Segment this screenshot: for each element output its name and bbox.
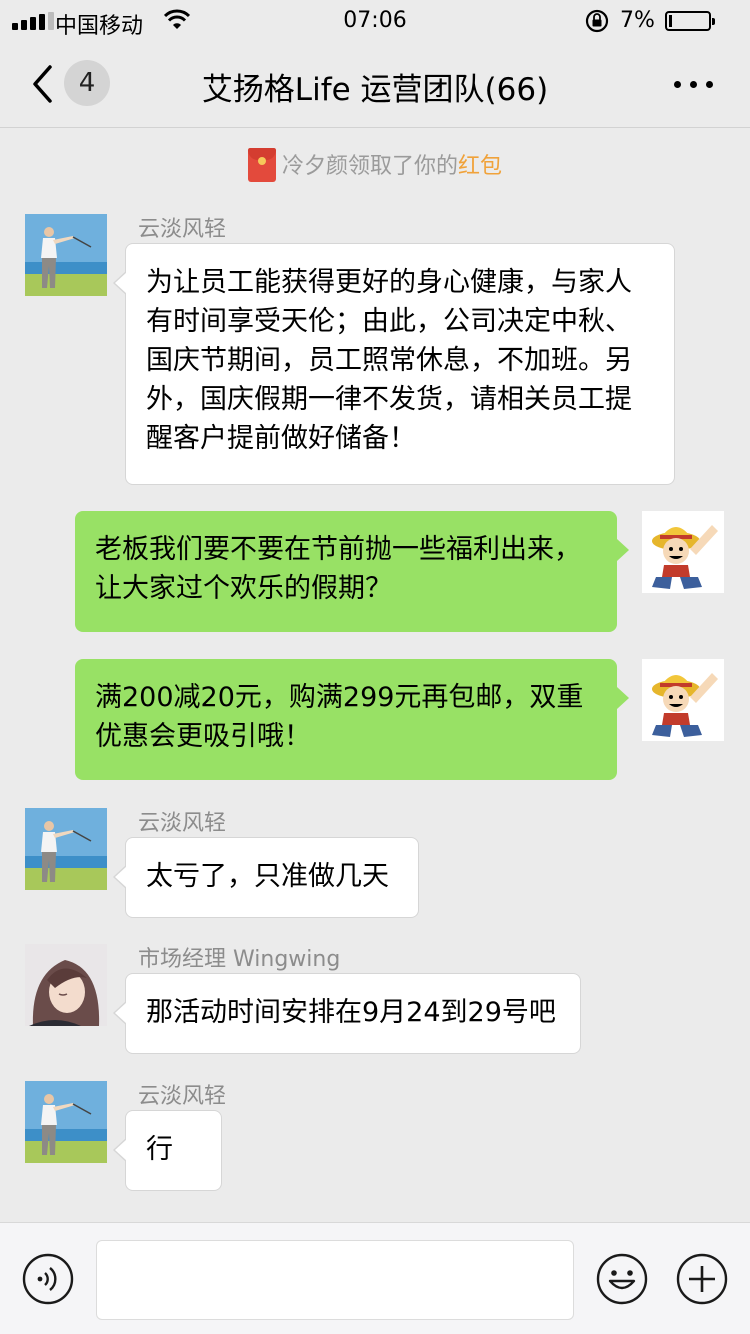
message-bubble[interactable]: 那活动时间安排在9月24到29号吧	[113, 973, 581, 1054]
message-bubble[interactable]: 为让员工能获得更好的身心健康，与家人有时间享受天伦；由此，公司决定中秋、国庆节期…	[113, 243, 675, 485]
message-bubble[interactable]: 太亏了，只准做几天	[113, 837, 419, 918]
rotation-lock-icon	[584, 9, 610, 37]
more-functions-button[interactable]	[676, 1253, 728, 1305]
battery-icon	[665, 11, 715, 31]
golfer-avatar[interactable]	[25, 808, 107, 890]
voice-button[interactable]	[22, 1253, 74, 1305]
girl-avatar[interactable]	[25, 944, 107, 1026]
voice-icon	[22, 1253, 74, 1305]
sender-name: 云淡风轻	[138, 811, 227, 836]
sender-name: 云淡风轻	[138, 1084, 227, 1109]
golfer-avatar[interactable]	[25, 214, 107, 296]
emoji-button[interactable]	[596, 1253, 648, 1305]
red-packet-link[interactable]: 红包	[458, 154, 502, 179]
sender-name: 云淡风轻	[138, 217, 227, 242]
chevron-left-icon	[33, 65, 52, 103]
input-bar	[0, 1222, 750, 1334]
chat-title: 艾扬格Life 运营团队(66)	[201, 72, 549, 108]
luffy-avatar[interactable]	[642, 511, 724, 593]
plus-icon	[676, 1253, 728, 1305]
sender-name: 市场经理 Wingwing	[138, 947, 341, 972]
emoji-icon	[596, 1253, 648, 1305]
message-bubble-self[interactable]: 老板我们要不要在节前抛一些福利出来，让大家过个欢乐的假期？	[75, 511, 629, 632]
luffy-avatar[interactable]	[642, 659, 724, 741]
red-packet-icon	[247, 148, 276, 182]
chat-header: 4 艾扬格Life 运营团队(66)	[0, 42, 750, 128]
back-button[interactable]	[28, 64, 58, 104]
more-button[interactable]	[672, 72, 716, 96]
status-bar: 中国移动 07:06 7%	[0, 0, 750, 42]
message-bubble-self[interactable]: 满200减20元，购满299元再包邮，双重优惠会更吸引哦！	[75, 659, 629, 780]
unread-count-badge[interactable]: 4	[64, 60, 110, 106]
battery-percent: 7%	[620, 8, 655, 33]
message-input[interactable]	[96, 1240, 574, 1320]
notice-text: 冷夕颜领取了你的	[281, 154, 458, 179]
red-packet-notice: 冷夕颜领取了你的红包	[0, 148, 750, 184]
golfer-avatar[interactable]	[25, 1081, 107, 1163]
message-bubble[interactable]: 行	[113, 1110, 222, 1191]
